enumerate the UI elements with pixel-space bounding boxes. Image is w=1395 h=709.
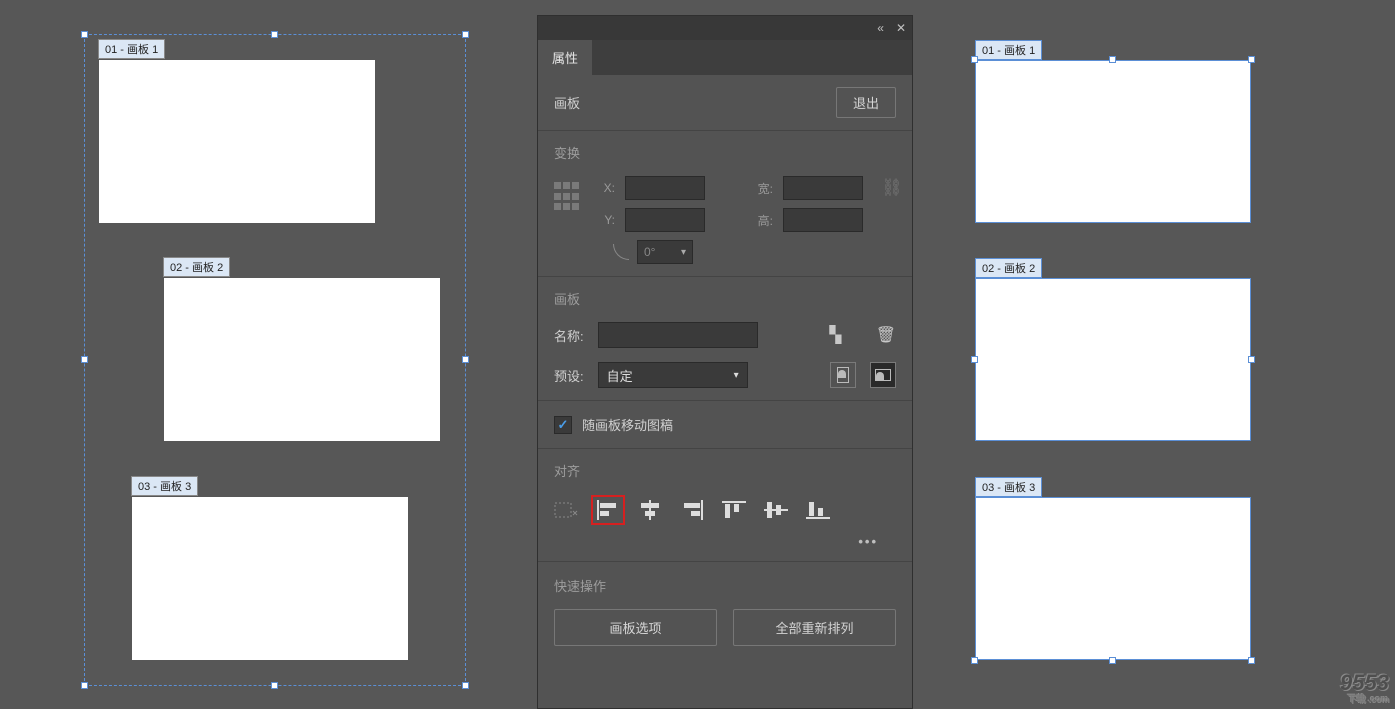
link-wh-icon[interactable]: ⛓ — [881, 178, 903, 198]
angle-icon — [613, 244, 629, 260]
name-label: 名称: — [554, 326, 584, 345]
h-label: 高: — [751, 212, 773, 229]
artboard-section: 画板 名称: ▝▖ 🗑 预设: 自定 ▾ — [538, 277, 912, 401]
resize-handle[interactable] — [81, 31, 88, 38]
align-hcenter-button[interactable] — [638, 500, 662, 520]
quick-actions-section: 快速操作 画板选项 全部重新排列 — [538, 562, 912, 660]
y-label: Y: — [593, 213, 615, 227]
artboard-mode-label: 画板 — [554, 93, 580, 112]
tab-properties[interactable]: 属性 — [538, 40, 592, 75]
resize-handle[interactable] — [1248, 56, 1255, 63]
artboard-name-input[interactable] — [598, 322, 758, 348]
resize-handle[interactable] — [1109, 657, 1116, 664]
artboard-label: 01 - 画板 1 — [975, 40, 1042, 60]
resize-handle[interactable] — [1248, 657, 1255, 664]
preset-value: 自定 — [607, 366, 633, 385]
resize-handle[interactable] — [271, 682, 278, 689]
move-artwork-checkbox[interactable]: ✓ — [554, 416, 572, 434]
align-bottom-button[interactable] — [806, 500, 830, 520]
x-input[interactable] — [625, 176, 705, 200]
x-label: X: — [593, 181, 615, 195]
quick-title: 快速操作 — [554, 576, 896, 595]
artboard-options-icon[interactable]: ▝▖ — [823, 325, 848, 345]
align-section: 对齐 •• — [538, 449, 912, 562]
delete-artboard-icon[interactable]: 🗑 — [876, 325, 896, 345]
width-input[interactable] — [783, 176, 863, 200]
orientation-landscape-button[interactable] — [870, 362, 896, 388]
resize-handle[interactable] — [81, 356, 88, 363]
watermark: 9553 下载 .com — [1340, 670, 1389, 705]
artboard-options-button[interactable]: 画板选项 — [554, 609, 717, 646]
resize-handle[interactable] — [971, 356, 978, 363]
artboard-label: 03 - 画板 3 — [131, 476, 198, 496]
orientation-portrait-button[interactable] — [830, 362, 856, 388]
align-title: 对齐 — [554, 461, 896, 480]
more-options-icon[interactable]: ••• — [554, 526, 896, 549]
panel-header: « ✕ — [538, 16, 912, 40]
resize-handle[interactable] — [971, 657, 978, 664]
resize-handle[interactable] — [462, 31, 469, 38]
move-artwork-label: 随画板移动图稿 — [582, 415, 673, 434]
rearrange-all-button[interactable]: 全部重新排列 — [733, 609, 896, 646]
artboard-left-1[interactable]: 01 - 画板 1 — [99, 60, 375, 223]
resize-handle[interactable] — [971, 56, 978, 63]
angle-input[interactable]: 0° ▾ — [637, 240, 693, 264]
move-artwork-row: ✓ 随画板移动图稿 — [538, 401, 912, 449]
artboard-label: 01 - 画板 1 — [98, 39, 165, 59]
collapse-icon[interactable]: « — [877, 21, 884, 35]
height-input[interactable] — [783, 208, 863, 232]
selection-bounds-right — [975, 60, 1251, 660]
properties-panel: « ✕ 属性 画板 退出 变换 X: 宽: ⛓ Y — [537, 15, 913, 709]
align-top-button[interactable] — [722, 500, 746, 520]
align-vcenter-button[interactable] — [764, 500, 788, 520]
y-input[interactable] — [625, 208, 705, 232]
exit-button[interactable]: 退出 — [836, 87, 896, 118]
resize-handle[interactable] — [1109, 56, 1116, 63]
artboard-header-row: 画板 退出 — [538, 75, 912, 131]
artboard-label: 02 - 画板 2 — [163, 257, 230, 277]
resize-handle[interactable] — [462, 356, 469, 363]
close-icon[interactable]: ✕ — [896, 21, 906, 35]
chevron-down-icon: ▾ — [734, 370, 739, 381]
chevron-down-icon: ▾ — [681, 247, 686, 258]
resize-handle[interactable] — [81, 682, 88, 689]
artboard-left-3[interactable]: 03 - 画板 3 — [132, 497, 408, 660]
align-left-button[interactable] — [596, 500, 620, 520]
transform-section: 变换 X: 宽: ⛓ Y: 高: — [538, 131, 912, 277]
artboard-section-title: 画板 — [554, 289, 896, 308]
w-label: 宽: — [751, 180, 773, 197]
resize-handle[interactable] — [462, 682, 469, 689]
preset-label: 预设: — [554, 366, 584, 385]
panel-tabs: 属性 — [538, 40, 912, 75]
align-to-dropdown[interactable] — [554, 500, 578, 520]
resize-handle[interactable] — [1248, 356, 1255, 363]
angle-value: 0° — [644, 245, 655, 259]
reference-point-grid[interactable] — [554, 182, 579, 212]
align-left-highlight — [591, 495, 625, 525]
align-right-button[interactable] — [680, 500, 704, 520]
artboard-left-2[interactable]: 02 - 画板 2 — [164, 278, 440, 441]
preset-dropdown[interactable]: 自定 ▾ — [598, 362, 748, 388]
transform-title: 变换 — [554, 143, 896, 162]
resize-handle[interactable] — [271, 31, 278, 38]
